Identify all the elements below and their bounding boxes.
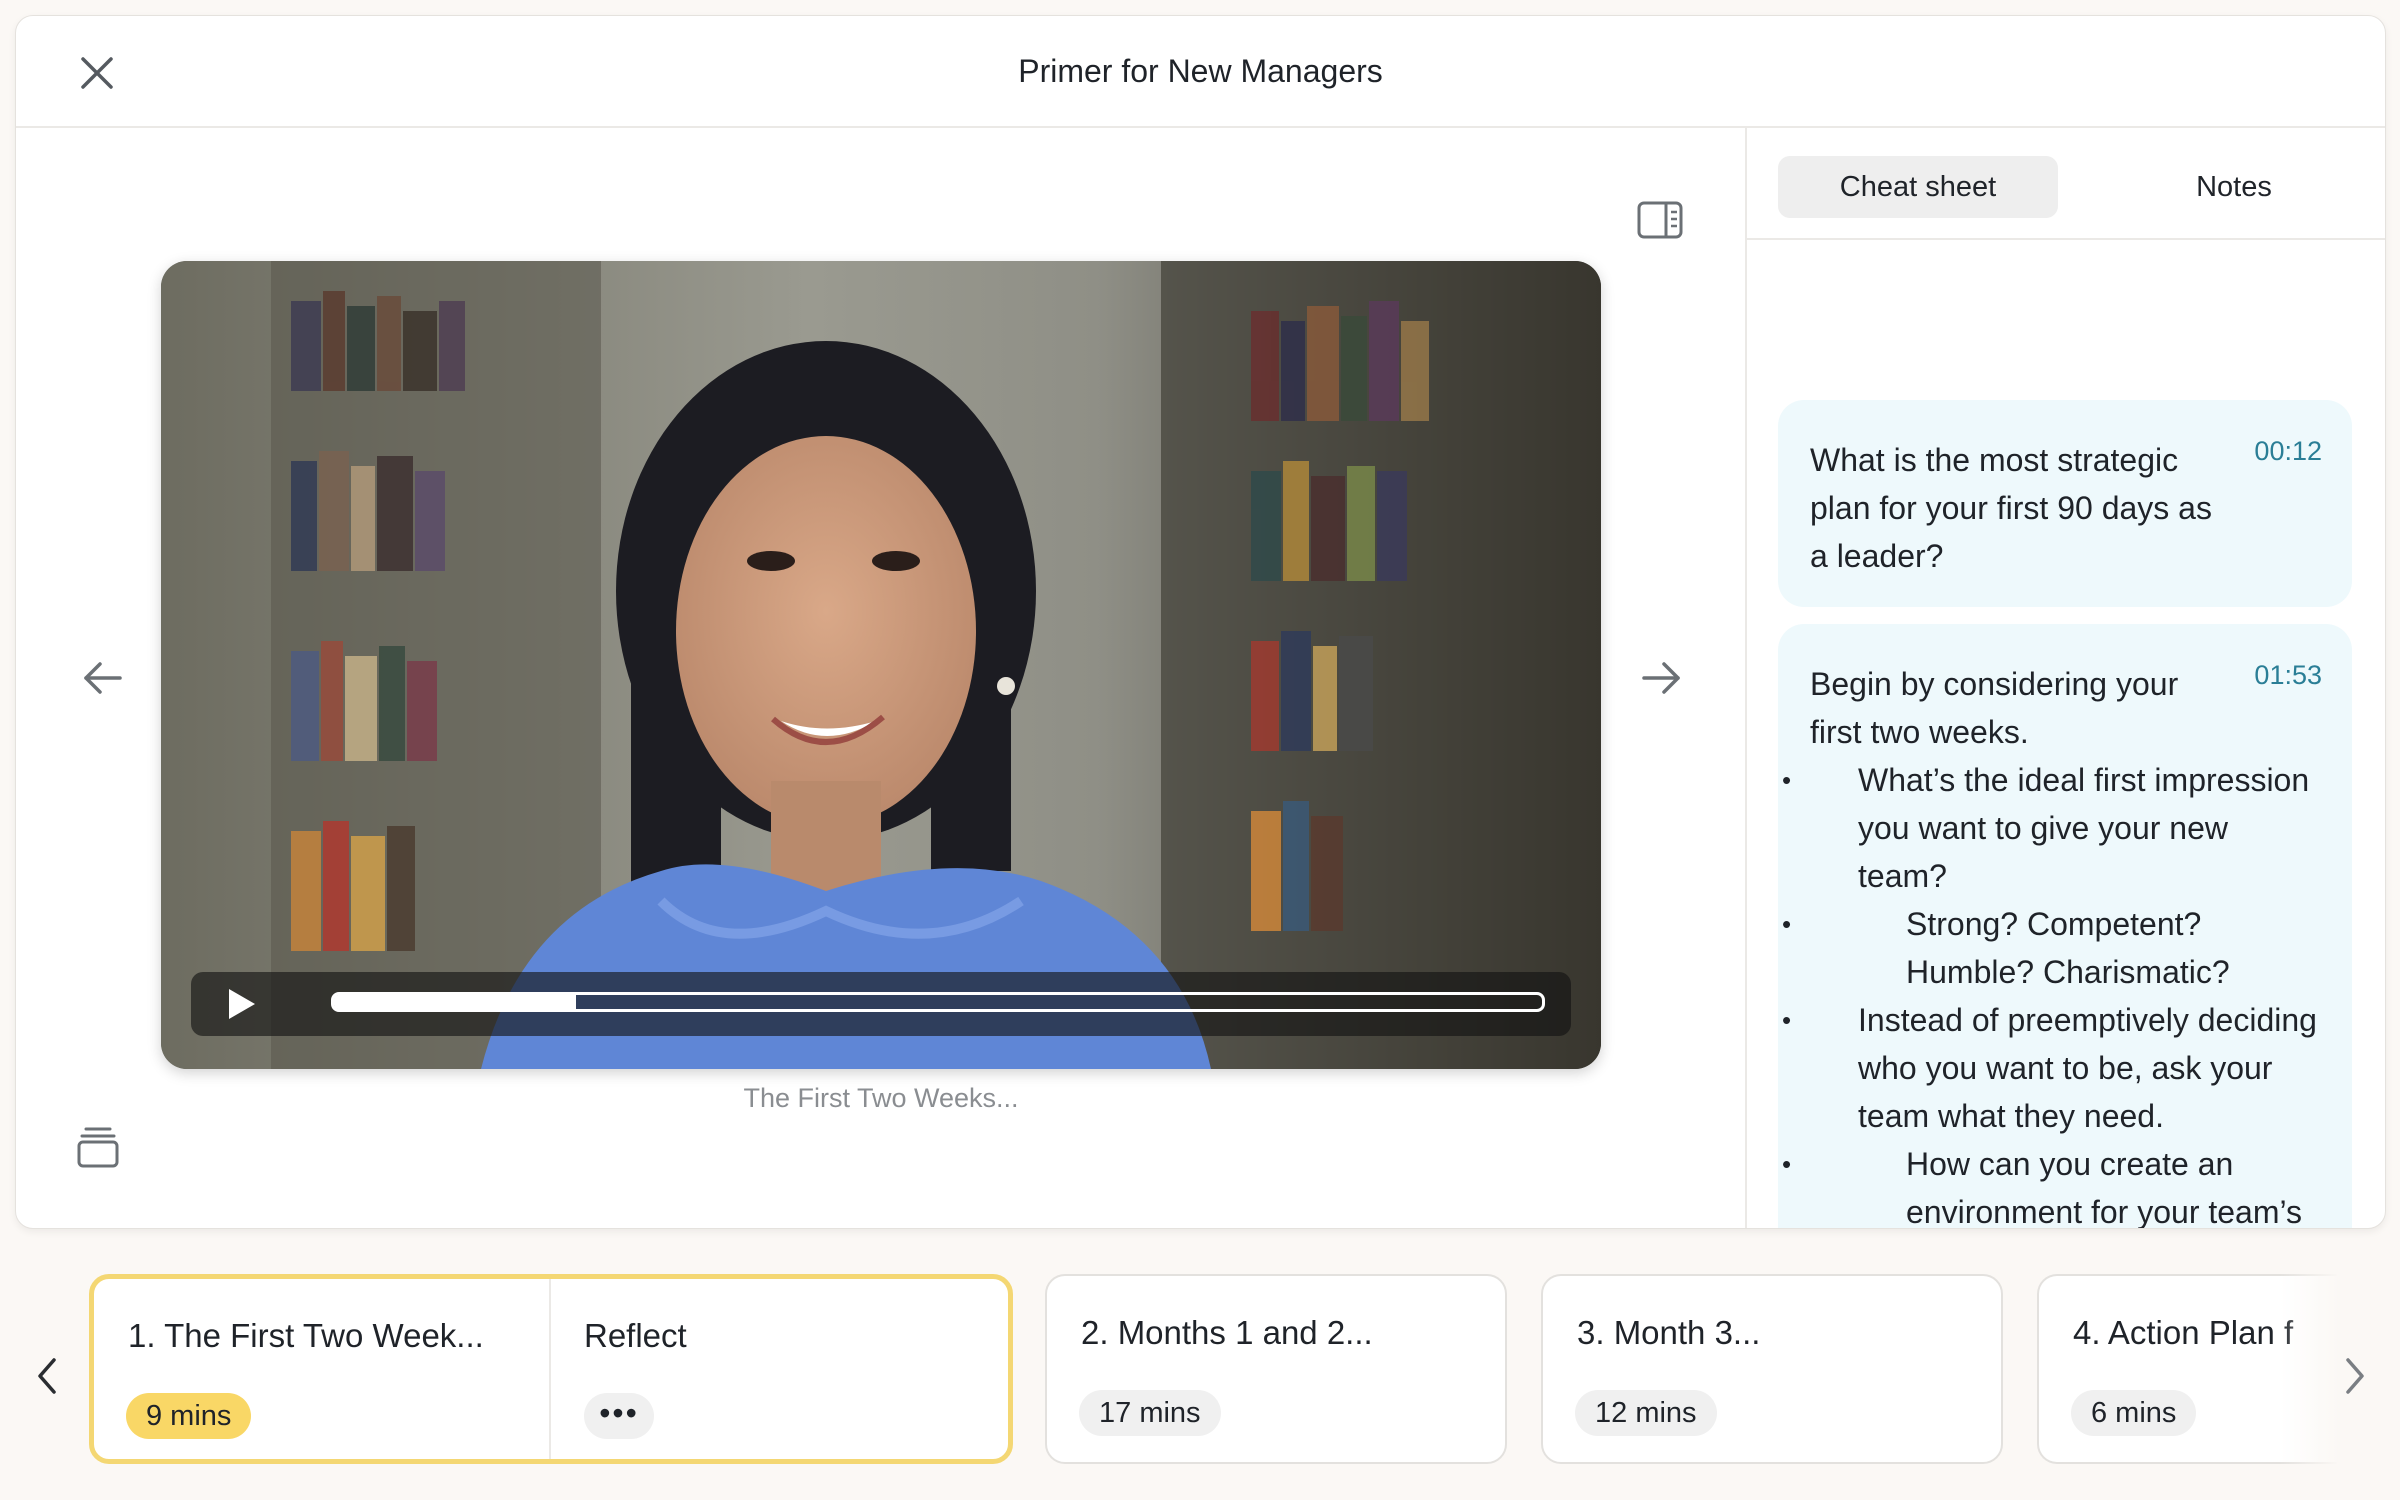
close-button[interactable] bbox=[76, 52, 118, 94]
side-panel-tabs: Cheat sheet Notes bbox=[1747, 128, 2385, 240]
play-icon bbox=[229, 989, 255, 1019]
card-text: What is the most strategic plan for your… bbox=[1810, 442, 2212, 574]
sub-bullet-item: How can you create an environment for yo… bbox=[1782, 1140, 2322, 1228]
chapter-title: 4. Action Plan f bbox=[2073, 1314, 2294, 1351]
card-timecode[interactable]: 01:53 bbox=[2254, 660, 2322, 691]
chapter-title: 3. Month 3... bbox=[1577, 1314, 1761, 1351]
chapter-title: 1. The First Two Week... bbox=[128, 1317, 484, 1354]
video-caption: The First Two Weeks... bbox=[743, 1083, 1019, 1113]
chapter-card-2[interactable]: 2. Months 1 and 2... 17 mins bbox=[1045, 1274, 1507, 1464]
arrow-right-icon bbox=[1642, 662, 1680, 694]
card-bullet-list: What’s the ideal first impression you wa… bbox=[1782, 756, 2322, 1228]
chapters-stack-button[interactable] bbox=[76, 1125, 120, 1169]
cheat-sheet-card[interactable]: What is the most strategic plan for your… bbox=[1778, 400, 2352, 607]
chapter-card-3[interactable]: 3. Month 3... 12 mins bbox=[1541, 1274, 2003, 1464]
video-player[interactable] bbox=[161, 261, 1601, 1069]
chapter-strip: 1. The First Two Week... 9 mins Reflect … bbox=[0, 1270, 2400, 1500]
reflect-title: Reflect bbox=[584, 1317, 687, 1354]
card-text: Begin by considering your first two week… bbox=[1810, 666, 2179, 750]
chapter-divider bbox=[549, 1279, 551, 1459]
chapter-duration-badge: 17 mins bbox=[1079, 1390, 1221, 1436]
cheat-sheet-card[interactable]: Begin by considering your first two week… bbox=[1778, 624, 2352, 1228]
previous-arrow-button[interactable] bbox=[78, 658, 126, 698]
sidebar-panel-icon bbox=[1637, 201, 1683, 239]
stack-icon bbox=[77, 1127, 119, 1168]
header: Primer for New Managers bbox=[16, 16, 2385, 128]
chapter-duration-badge: 12 mins bbox=[1575, 1390, 1717, 1436]
play-button[interactable] bbox=[221, 986, 261, 1022]
video-area: The First Two Weeks... bbox=[16, 128, 1744, 1228]
chapter-prev-button[interactable] bbox=[32, 1354, 64, 1398]
tab-cheat-sheet[interactable]: Cheat sheet bbox=[1778, 156, 2058, 218]
chapter-duration-badge: 9 mins bbox=[126, 1393, 252, 1439]
tab-notes[interactable]: Notes bbox=[2109, 156, 2359, 218]
more-options-button[interactable]: ••• bbox=[584, 1393, 654, 1439]
video-progress-bar[interactable] bbox=[331, 992, 1545, 1012]
sidebar-toggle-button[interactable] bbox=[1636, 200, 1684, 240]
strip-fade bbox=[2280, 1270, 2340, 1500]
chevron-left-icon bbox=[38, 1358, 56, 1394]
bullet-item: What’s the ideal first impression you wa… bbox=[1782, 756, 2322, 900]
next-arrow-button[interactable] bbox=[1638, 658, 1686, 698]
bullet-item: Instead of preemptively deciding who you… bbox=[1782, 996, 2322, 1140]
side-panel: Cheat sheet Notes What is the most strat… bbox=[1745, 128, 2385, 1228]
cheat-sheet-list: What is the most strategic plan for your… bbox=[1747, 240, 2385, 1228]
page-title: Primer for New Managers bbox=[1018, 53, 1383, 89]
chapter-duration-badge: 6 mins bbox=[2071, 1390, 2197, 1436]
chapter-card-1[interactable]: 1. The First Two Week... 9 mins Reflect … bbox=[89, 1274, 1013, 1464]
chapter-next-button[interactable] bbox=[2338, 1354, 2370, 1398]
chapter-title: 2. Months 1 and 2... bbox=[1081, 1314, 1373, 1351]
video-progress-fill bbox=[334, 995, 576, 1009]
arrow-left-icon bbox=[84, 662, 122, 694]
close-icon bbox=[81, 57, 113, 89]
sub-bullet-item: Strong? Competent? Humble? Charismatic? bbox=[1782, 900, 2322, 996]
card-timecode[interactable]: 00:12 bbox=[2254, 436, 2322, 467]
chevron-right-icon bbox=[2346, 1358, 2364, 1394]
video-frame-image bbox=[161, 261, 1601, 1069]
video-controls bbox=[191, 972, 1571, 1036]
player-window: Primer for New Managers The First Two We… bbox=[15, 15, 2386, 1229]
